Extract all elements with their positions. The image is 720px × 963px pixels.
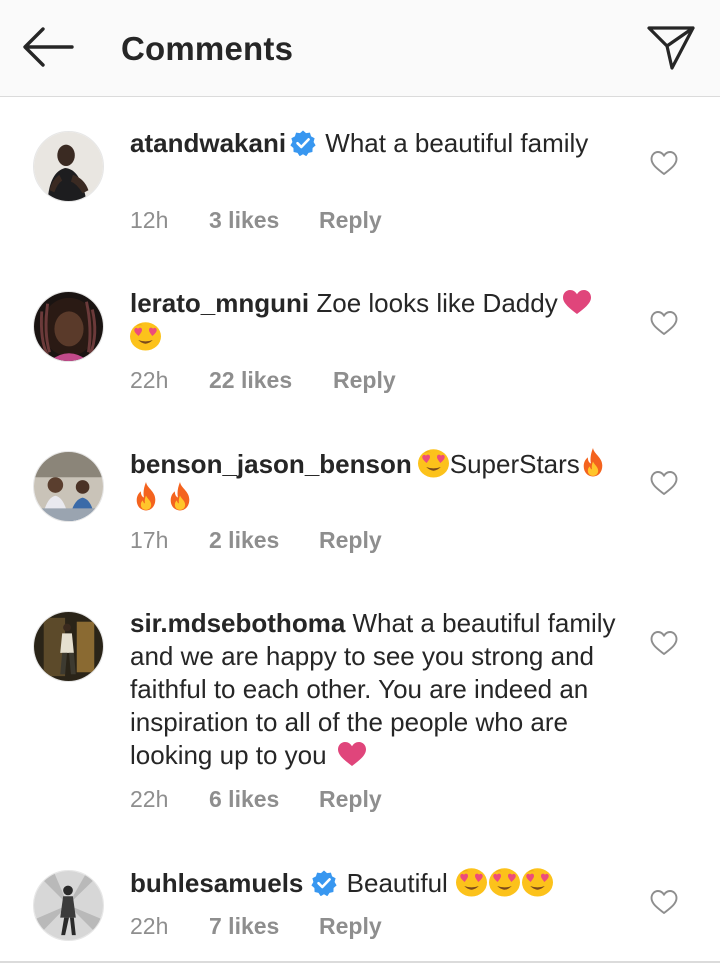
heart-eyes-emoji-icon (417, 447, 450, 478)
likes-count[interactable]: 6 likes (209, 784, 279, 814)
top-bar: Comments (0, 0, 720, 97)
heart-eyes-emoji-icon (488, 866, 521, 897)
heart-eyes-emoji-icon (455, 866, 488, 897)
arrow-left-icon (23, 27, 74, 67)
likes-count[interactable]: 3 likes (209, 205, 279, 235)
heart-outline-icon[interactable] (650, 889, 678, 915)
fire-emoji-icon (133, 481, 159, 512)
verified-badge-icon (311, 870, 337, 896)
heart-outline-icon[interactable] (650, 470, 678, 496)
likes-count[interactable]: 7 likes (209, 911, 279, 941)
comment-time: 12h (130, 207, 169, 233)
verified-badge-icon (290, 130, 316, 156)
avatar-image (34, 292, 103, 361)
likes-count[interactable]: 22 likes (209, 365, 292, 395)
comment-body: What a beautiful family (325, 128, 589, 158)
avatar-image (34, 612, 103, 681)
heart-outline-icon[interactable] (650, 630, 678, 656)
avatar[interactable] (33, 870, 104, 941)
avatar-image (34, 452, 103, 521)
avatar-image (34, 132, 103, 201)
comment-time: 22h (130, 367, 169, 393)
comment-text: atandwakani What a beautiful family (130, 127, 620, 160)
pink-heart-emoji-icon (337, 741, 367, 767)
comment-text: sir.mdsebothoma What a beautiful family … (130, 607, 620, 772)
back-button[interactable] (18, 24, 76, 70)
comment-username[interactable]: buhlesamuels (130, 868, 303, 898)
comment-username[interactable]: lerato_mnguni (130, 288, 309, 318)
heart-eyes-emoji-icon (521, 866, 554, 897)
reply-button[interactable]: Reply (319, 911, 382, 941)
avatar[interactable] (33, 131, 104, 202)
comment-username[interactable]: benson_jason_benson (130, 449, 412, 479)
avatar[interactable] (33, 291, 104, 362)
pink-heart-emoji-icon (562, 289, 592, 315)
heart-eyes-emoji-icon (129, 320, 162, 351)
send-button[interactable] (645, 22, 697, 74)
reply-button[interactable]: Reply (333, 365, 396, 395)
comment-body: Zoe looks like Daddy (316, 288, 558, 318)
paper-plane-icon (647, 26, 695, 70)
comment-text: benson_jason_benson SuperStars (130, 447, 620, 515)
comment-time: 22h (130, 913, 169, 939)
comment-body: Beautiful (346, 868, 448, 898)
reply-button[interactable]: Reply (319, 784, 382, 814)
fire-emoji-icon (167, 481, 193, 512)
fire-emoji-icon (580, 447, 606, 478)
page-title: Comments (121, 30, 294, 67)
comment-text: buhlesamuels Beautiful (130, 866, 620, 900)
heart-outline-icon[interactable] (650, 310, 678, 336)
reply-button[interactable]: Reply (319, 525, 382, 555)
comment-username[interactable]: atandwakani (130, 128, 286, 158)
reply-button[interactable]: Reply (319, 205, 382, 235)
comment-body: SuperStars (449, 449, 580, 479)
avatar[interactable] (33, 451, 104, 522)
comment-username[interactable]: sir.mdsebothoma (130, 608, 345, 638)
avatar[interactable] (33, 611, 104, 682)
comment-time: 22h (130, 786, 169, 812)
heart-outline-icon[interactable] (650, 150, 678, 176)
likes-count[interactable]: 2 likes (209, 525, 279, 555)
comment-text: lerato_mnguni Zoe looks like Daddy (130, 287, 620, 354)
avatar-image (34, 871, 103, 940)
comment-time: 17h (130, 527, 169, 553)
